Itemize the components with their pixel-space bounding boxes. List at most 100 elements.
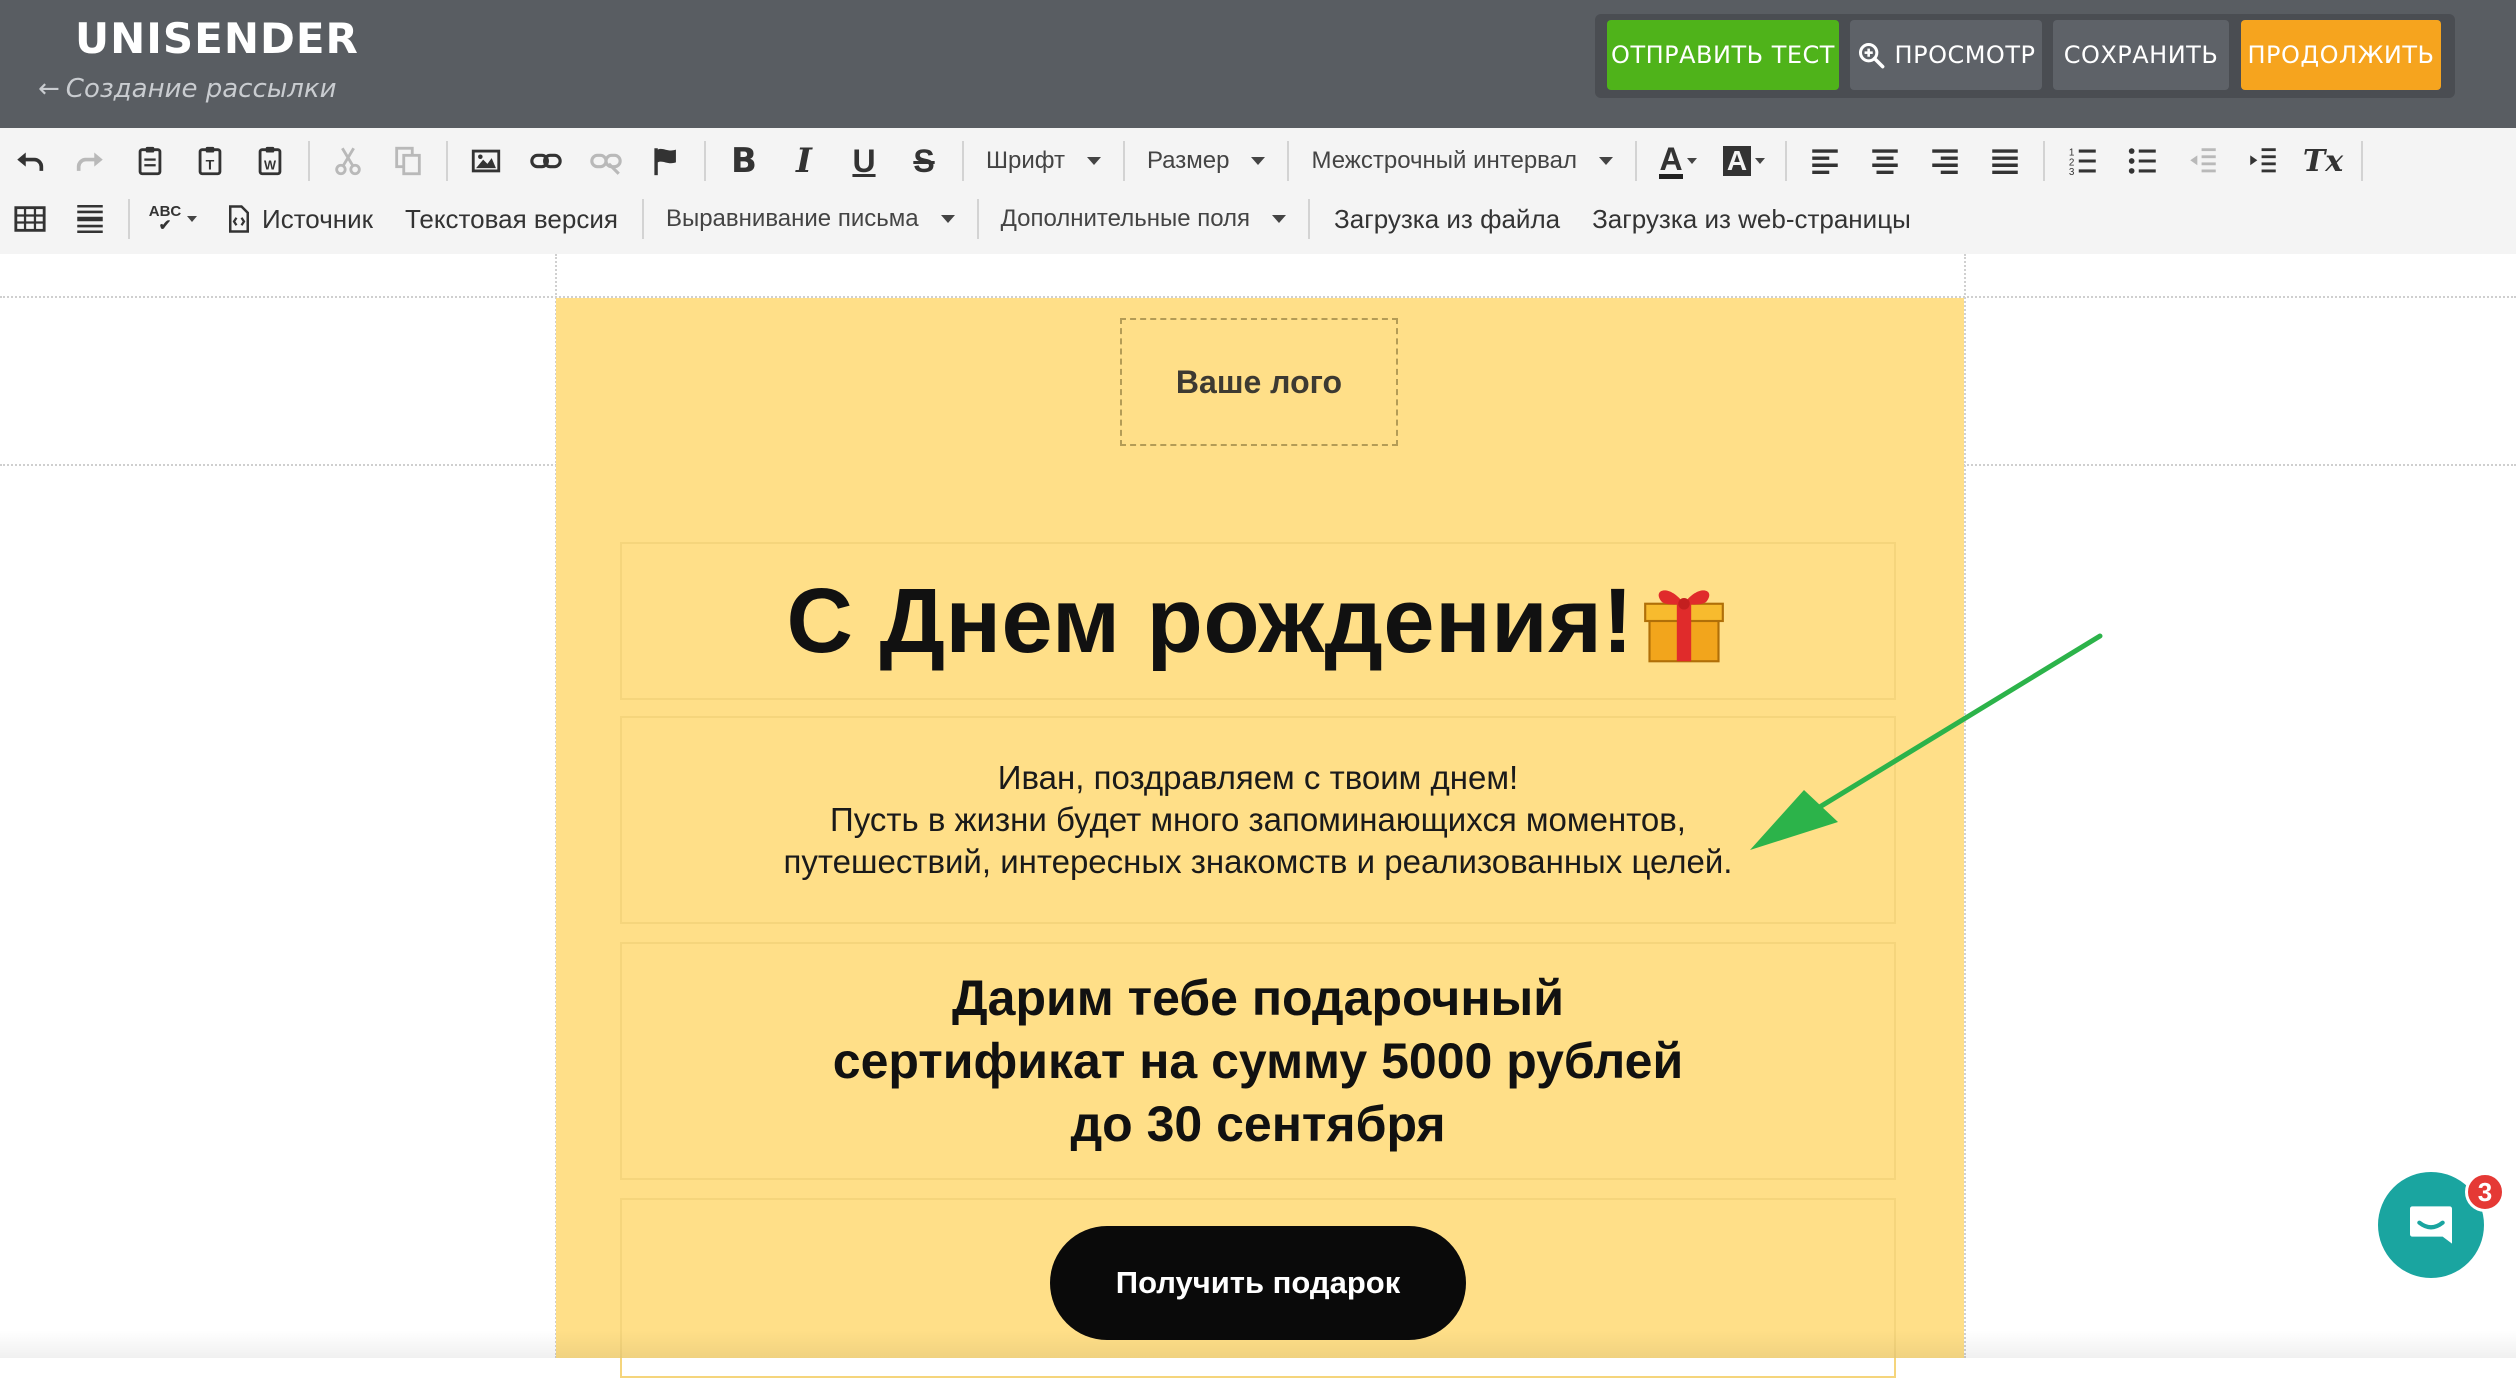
chevron-down-icon xyxy=(1272,215,1287,223)
cut-icon[interactable] xyxy=(318,135,378,187)
header-actions: ОТПРАВИТЬ ТЕСТ ПРОСМОТР СОХРАНИТЬ ПРОДОЛ… xyxy=(1595,14,2455,98)
toolbar-separator xyxy=(446,141,448,181)
chevron-down-icon xyxy=(1251,157,1266,165)
logo-placeholder[interactable]: Ваше лого xyxy=(1120,318,1398,446)
back-link[interactable]: ← Создание рассылки xyxy=(38,74,337,104)
gift-icon xyxy=(1643,590,1724,663)
load-from-file-button[interactable]: Загрузка из файла xyxy=(1318,193,1576,245)
text-color-icon: A xyxy=(1659,140,1683,179)
load-from-web-button[interactable]: Загрузка из web-страницы xyxy=(1576,193,1927,245)
preview-button-label: ПРОСМОТР xyxy=(1894,41,2036,69)
toolbar-row-1: T W B I U S Шрифт Размер Межстрочный инт… xyxy=(0,132,2371,190)
annotation-arrow-icon xyxy=(1750,633,2103,850)
align-left-icon[interactable] xyxy=(1795,135,1855,187)
editor-toolbar: T W B I U S Шрифт Размер Межстрочный инт… xyxy=(0,128,2516,254)
zoom-in-icon xyxy=(1858,42,1884,69)
undo-icon[interactable] xyxy=(0,135,60,187)
back-link-label: Создание рассылки xyxy=(65,74,337,104)
svg-text:T: T xyxy=(206,158,215,174)
toolbar-separator xyxy=(2043,141,2046,181)
app-logo[interactable]: UNISENDER xyxy=(75,14,359,63)
continue-button[interactable]: ПРОДОЛЖИТЬ xyxy=(2241,20,2441,90)
image-icon[interactable] xyxy=(456,135,516,187)
back-arrow-icon: ← xyxy=(38,74,60,104)
spellcheck-button[interactable]: ABC ✔ xyxy=(138,193,208,245)
align-center-icon[interactable] xyxy=(1855,135,1915,187)
app-header: UNISENDER ← Создание рассылки ОТПРАВИТЬ Т… xyxy=(0,0,2516,128)
chevron-down-icon xyxy=(1686,158,1697,164)
toolbar-separator xyxy=(976,199,979,239)
email-title: С Днем рождения! xyxy=(786,569,1729,674)
toolbar-separator xyxy=(1785,141,1788,181)
email-align-label: Выравнивание письма xyxy=(665,205,919,232)
toolbar-separator xyxy=(704,141,706,181)
send-test-button[interactable]: ОТПРАВИТЬ ТЕСТ xyxy=(1607,20,1839,90)
greeting-text: Иван, поздравляем с твоим днем! Пусть в … xyxy=(784,757,1733,883)
toolbar-separator xyxy=(962,141,964,181)
clear-format-glyph: Tx xyxy=(2302,143,2344,179)
font-dropdown-label: Шрифт xyxy=(986,147,1065,174)
text-color-button[interactable]: A xyxy=(1645,135,1711,187)
chevron-down-icon xyxy=(1599,157,1614,165)
get-gift-button[interactable]: Получить подарок xyxy=(1050,1226,1466,1340)
email-title-text: С Днем рождения! xyxy=(786,569,1634,672)
strikethrough-button[interactable]: S xyxy=(894,135,954,187)
greeting-line: Иван, поздравляем с твоим днем! xyxy=(997,759,1519,796)
unlink-icon[interactable] xyxy=(576,135,636,187)
title-block[interactable]: С Днем рождения! xyxy=(620,542,1896,700)
align-justify-icon[interactable] xyxy=(1975,135,2035,187)
preview-button[interactable]: ПРОСМОТР xyxy=(1850,20,2042,90)
size-dropdown[interactable]: Размер xyxy=(1133,135,1280,187)
link-icon[interactable] xyxy=(516,135,576,187)
underline-button[interactable]: U xyxy=(834,135,894,187)
certificate-line: сертификат на сумму 5000 рублей xyxy=(832,1032,1684,1089)
background-color-icon: A xyxy=(1722,146,1752,176)
align-right-icon[interactable] xyxy=(1915,135,1975,187)
copy-icon[interactable] xyxy=(378,135,438,187)
outdent-icon[interactable] xyxy=(2173,135,2233,187)
certificate-line: до 30 сентября xyxy=(1070,1095,1446,1152)
anchor-flag-icon[interactable] xyxy=(636,135,696,187)
chat-icon xyxy=(2410,1206,2452,1244)
bulleted-list-icon[interactable] xyxy=(2113,135,2173,187)
chevron-down-icon xyxy=(1086,157,1101,165)
save-button[interactable]: СОХРАНИТЬ xyxy=(2053,20,2229,90)
bold-button[interactable]: B xyxy=(714,135,774,187)
line-spacing-dropdown[interactable]: Межстрочный интервал xyxy=(1297,135,1627,187)
certificate-text: Дарим тебе подарочный сертификат на сумм… xyxy=(833,967,1683,1156)
toolbar-separator xyxy=(641,199,644,239)
indent-icon[interactable] xyxy=(2233,135,2293,187)
line-spacing-dropdown-label: Межстрочный интервал xyxy=(1311,147,1578,174)
text-version-button[interactable]: Текстовая версия xyxy=(389,193,634,245)
extra-fields-label: Дополнительные поля xyxy=(1000,205,1251,232)
toolbar-row-2: ABC ✔ Источник Текстовая версия Выравнива… xyxy=(0,190,1927,248)
greeting-block[interactable]: Иван, поздравляем с твоим днем! Пусть в … xyxy=(620,716,1896,924)
source-icon xyxy=(229,205,249,233)
certificate-block[interactable]: Дарим тебе подарочный сертификат на сумм… xyxy=(620,942,1896,1180)
numbered-list-icon[interactable]: 123 xyxy=(2053,135,2113,187)
paste-text-icon[interactable]: T xyxy=(180,135,240,187)
clear-format-icon[interactable]: Tx xyxy=(2293,135,2353,187)
source-button[interactable]: Источник xyxy=(208,193,389,245)
paste-icon[interactable] xyxy=(120,135,180,187)
svg-text:3: 3 xyxy=(2069,167,2075,178)
table-icon[interactable] xyxy=(0,193,60,245)
greeting-line: путешествий, интересных знакомств и реал… xyxy=(783,843,1733,880)
horizontal-rule-icon[interactable] xyxy=(60,193,120,245)
font-dropdown[interactable]: Шрифт xyxy=(972,135,1115,187)
email-align-dropdown[interactable]: Выравнивание письма xyxy=(652,193,969,245)
redo-icon[interactable] xyxy=(60,135,120,187)
italic-button[interactable]: I xyxy=(774,135,834,187)
chevron-down-icon xyxy=(940,215,955,223)
spellcheck-icon: ABC ✔ xyxy=(148,203,182,234)
source-label: Источник xyxy=(262,203,373,234)
toolbar-separator xyxy=(1287,141,1290,181)
extra-fields-dropdown[interactable]: Дополнительные поля xyxy=(987,193,1300,245)
paste-word-icon[interactable]: W xyxy=(240,135,300,187)
chevron-down-icon xyxy=(1755,158,1766,164)
svg-text:W: W xyxy=(264,158,277,173)
bottom-shadow xyxy=(0,1330,2516,1358)
certificate-line: Дарим тебе подарочный xyxy=(952,969,1564,1026)
editor-canvas[interactable]: Ваше лого С Днем рождения! Иван, поздрав… xyxy=(0,254,2516,1378)
background-color-button[interactable]: A xyxy=(1711,135,1777,187)
